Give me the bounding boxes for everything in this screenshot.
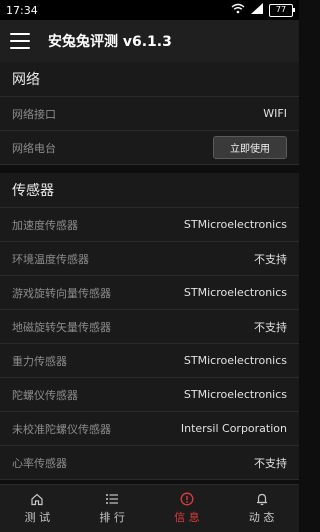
status-bar: 17:34 77 bbox=[0, 0, 299, 20]
row-label: 地磁旋转矢量传感器 bbox=[12, 320, 111, 334]
row-label: 加速度传感器 bbox=[12, 218, 78, 232]
menu-icon[interactable] bbox=[10, 33, 30, 49]
row-value: STMicroelectronics bbox=[183, 388, 287, 401]
row-label: 陀螺仪传感器 bbox=[12, 388, 78, 402]
row-label: 心率传感器 bbox=[12, 456, 67, 470]
status-time: 17:34 bbox=[6, 3, 38, 17]
network-section-header: 网络 bbox=[0, 62, 299, 97]
tab-label: 测 试 bbox=[24, 511, 51, 524]
row-value: STMicroelectronics bbox=[183, 218, 287, 231]
tab-label: 信 息 bbox=[174, 511, 200, 524]
row-value: 不支持 bbox=[254, 320, 287, 334]
row-value: WIFI bbox=[263, 107, 287, 120]
app-bar: 安兔兔评测 v6.1.3 bbox=[0, 20, 299, 62]
row-label: 重力传感器 bbox=[12, 354, 67, 368]
section-divider bbox=[0, 165, 299, 173]
tab-info[interactable]: 信 息 bbox=[150, 485, 225, 532]
row-label: 游戏旋转向量传感器 bbox=[12, 286, 111, 300]
row-value: 不支持 bbox=[254, 456, 287, 470]
tab-label: 排 行 bbox=[99, 511, 125, 524]
info-content[interactable]: 网络 网络接口 WIFI 网络电台 立即使用 传感器 加速度传感器 STMicr… bbox=[0, 62, 299, 484]
status-icons: 77 bbox=[231, 3, 295, 17]
sensor-row: 加速度传感器 STMicroelectronics bbox=[0, 208, 299, 242]
use-now-button[interactable]: 立即使用 bbox=[213, 136, 287, 159]
network-radio-row: 网络电台 立即使用 bbox=[0, 131, 299, 165]
sensor-row: 环境温度传感器 不支持 bbox=[0, 242, 299, 276]
sensor-row: 心率传感器 不支持 bbox=[0, 446, 299, 480]
sensor-section-header: 传感器 bbox=[0, 173, 299, 208]
list-icon bbox=[105, 492, 119, 506]
sensor-row: 游戏旋转向量传感器 STMicroelectronics bbox=[0, 276, 299, 310]
row-value: STMicroelectronics bbox=[183, 354, 287, 367]
wifi-icon bbox=[231, 3, 245, 17]
sensor-row: 地磁旋转矢量传感器 不支持 bbox=[0, 310, 299, 344]
row-label: 未校准陀螺仪传感器 bbox=[12, 422, 111, 436]
row-label: 网络电台 bbox=[12, 141, 56, 155]
row-value: Intersil Corporation bbox=[180, 422, 287, 435]
battery-icon: 77 bbox=[269, 3, 295, 17]
tab-test[interactable]: 测 试 bbox=[0, 485, 75, 532]
network-section: 网络 网络接口 WIFI 网络电台 立即使用 bbox=[0, 62, 299, 165]
tab-news[interactable]: 动 态 bbox=[224, 485, 299, 532]
tab-ranking[interactable]: 排 行 bbox=[75, 485, 150, 532]
row-label: 网络接口 bbox=[12, 107, 56, 121]
signal-icon bbox=[251, 3, 263, 17]
sensor-row: 重力传感器 STMicroelectronics bbox=[0, 344, 299, 378]
sensor-row: 陀螺仪传感器 STMicroelectronics bbox=[0, 378, 299, 412]
bottom-nav: 测 试 排 行 信 息 动 态 bbox=[0, 484, 299, 532]
sensor-row: 未校准陀螺仪传感器 Intersil Corporation bbox=[0, 412, 299, 446]
info-icon bbox=[180, 492, 194, 506]
row-value: STMicroelectronics bbox=[183, 286, 287, 299]
battery-level: 77 bbox=[275, 5, 287, 14]
network-interface-row: 网络接口 WIFI bbox=[0, 97, 299, 131]
sensor-section: 传感器 加速度传感器 STMicroelectronics 环境温度传感器 不支… bbox=[0, 173, 299, 480]
home-icon bbox=[30, 492, 44, 506]
row-label: 环境温度传感器 bbox=[12, 252, 89, 266]
row-value: 不支持 bbox=[254, 252, 287, 266]
page-title: 安兔兔评测 v6.1.3 bbox=[48, 34, 172, 50]
tab-label: 动 态 bbox=[248, 511, 275, 524]
bell-icon bbox=[255, 492, 269, 506]
